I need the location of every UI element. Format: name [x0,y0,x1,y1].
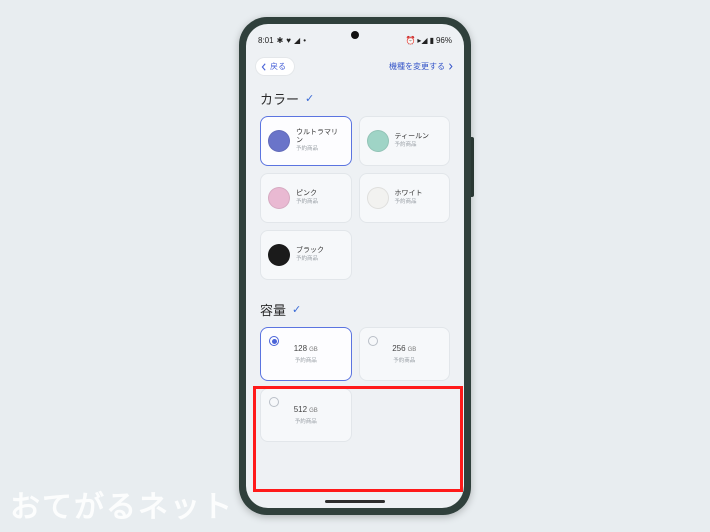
storage-grid: 128GB 予約商品 256GB 予約商品 512GB 予約商品 [260,327,450,442]
change-model-link[interactable]: 機種を変更する [389,61,454,72]
storage-size: 128 [294,344,307,353]
front-camera [351,31,359,39]
color-title-text: カラー [260,89,299,108]
check-icon: ✓ [305,92,314,105]
color-option-white[interactable]: ホワイト予約商品 [359,173,451,223]
check-icon: ✓ [292,303,301,316]
storage-sub: 予約商品 [295,356,317,364]
color-sub: 予約商品 [296,256,324,262]
storage-unit: GB [408,347,417,353]
storage-option-512[interactable]: 512GB 予約商品 [260,388,352,442]
notif-icon: ✱ [277,36,284,45]
storage-option-256[interactable]: 256GB 予約商品 [359,327,451,381]
swatch-ultramarine [268,130,290,152]
color-option-teal[interactable]: ティールン予約商品 [359,116,451,166]
wifi-icon: ▸◢ [417,36,427,45]
battery-pct: 96% [436,36,452,45]
dot-icon: • [303,36,306,45]
storage-size: 256 [392,344,405,353]
home-indicator[interactable] [325,500,385,503]
heart-icon: ♥ [286,36,291,45]
swatch-white [367,187,389,209]
color-sub: 予約商品 [296,199,318,205]
swatch-pink [268,187,290,209]
change-model-label: 機種を変更する [389,61,445,72]
color-option-pink[interactable]: ピンク予約商品 [260,173,352,223]
screen: 8:01 ✱ ♥ ◢ • ⏰ ▸◢ ▮ 96% 戻る 機種を変更する [246,24,464,508]
radio-icon [269,336,279,346]
swatch-teal [367,130,389,152]
chevron-left-icon [260,63,268,71]
color-option-black[interactable]: ブラック予約商品 [260,230,352,280]
color-sub: 予約商品 [395,199,423,205]
storage-unit: GB [309,408,318,414]
storage-title-text: 容量 [260,300,286,319]
color-section-title: カラー ✓ [260,89,450,108]
radio-icon [368,336,378,346]
top-bar: 戻る 機種を変更する [246,52,464,79]
storage-sub: 予約商品 [295,417,317,425]
storage-option-128[interactable]: 128GB 予約商品 [260,327,352,381]
color-sub: 予約商品 [395,142,429,148]
phone-frame: 8:01 ✱ ♥ ◢ • ⏰ ▸◢ ▮ 96% 戻る 機種を変更する [239,17,471,515]
color-sub: 予約商品 [296,146,344,152]
chevron-right-icon [447,63,454,70]
storage-section-title: 容量 ✓ [260,300,450,319]
color-name: ホワイト [395,190,423,198]
radio-icon [269,397,279,407]
color-name: ブラック [296,247,324,255]
watermark: おてがるネット [10,482,234,526]
back-label: 戻る [270,61,286,72]
alarm-icon: ⏰ [405,36,415,45]
storage-sub: 予約商品 [393,356,415,364]
color-name: ウルトラマリン [296,129,344,145]
swatch-black [268,244,290,266]
back-button[interactable]: 戻る [256,58,294,75]
signal-icon: ◢ [294,36,300,45]
color-name: ピンク [296,190,318,198]
storage-unit: GB [309,347,318,353]
color-section: カラー ✓ ウルトラマリン予約商品 ティールン予約商品 ピンク予約商品 [246,79,464,280]
color-option-ultramarine[interactable]: ウルトラマリン予約商品 [260,116,352,166]
color-grid: ウルトラマリン予約商品 ティールン予約商品 ピンク予約商品 ホワイト予約商品 ブ… [260,116,450,280]
color-name: ティールン [395,133,429,141]
storage-section: 容量 ✓ 128GB 予約商品 256GB 予約商品 512GB 予約商品 [246,290,464,442]
storage-size: 512 [294,405,307,414]
battery-icon: ▮ [430,36,434,45]
status-time: 8:01 [258,36,274,45]
